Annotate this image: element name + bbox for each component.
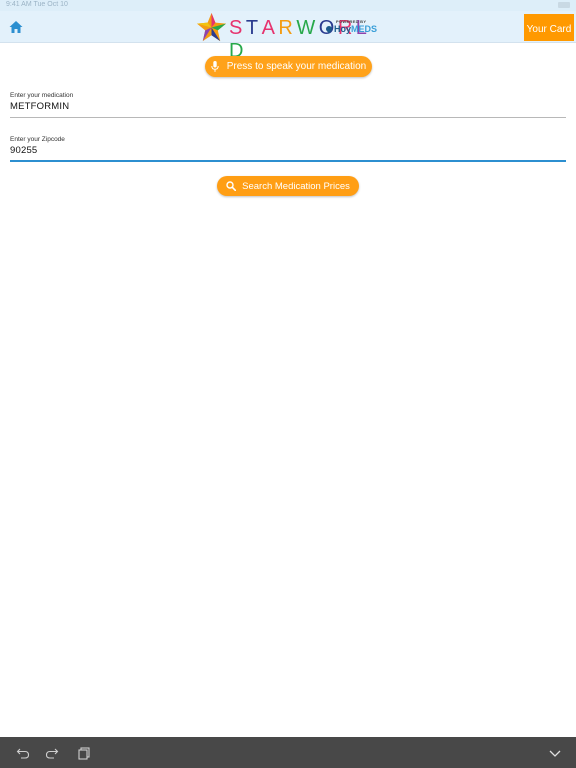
brand-a: Hoy [334, 24, 352, 34]
copy-icon[interactable] [77, 746, 91, 760]
logo-letter: S [229, 17, 246, 39]
medication-field[interactable]: Enter your medication METFORMIN [10, 92, 566, 120]
microphone-icon [211, 61, 219, 72]
undo-icon[interactable] [16, 746, 30, 760]
home-icon[interactable] [8, 19, 24, 35]
speak-button-label: Press to speak your medication [226, 61, 367, 72]
your-card-button[interactable]: Your Card [524, 14, 574, 41]
medication-input[interactable]: METFORMIN [10, 101, 566, 112]
drop-icon [324, 24, 334, 34]
redo-icon[interactable] [45, 746, 59, 760]
logo-letter: W [296, 17, 319, 39]
zipcode-underline [10, 160, 566, 162]
status-time: 9:41 AM Tue Oct 10 [6, 1, 68, 8]
star-logo-icon [196, 12, 227, 42]
zipcode-field[interactable]: Enter your Zipcode 90255 [10, 136, 566, 164]
logo-letter: T [245, 17, 262, 39]
zipcode-input[interactable]: 90255 [10, 145, 566, 156]
search-button-label: Search Medication Prices [242, 180, 350, 192]
search-icon [226, 181, 237, 191]
app-header: STARWORLD POWERED BY HoyMEDS Your Card [0, 11, 576, 62]
status-bar: 9:41 AM Tue Oct 10 [0, 0, 576, 11]
speak-medication-button[interactable]: Press to speak your medication [205, 56, 372, 77]
chevron-down-icon[interactable] [548, 746, 562, 760]
brand-b: MEDS [351, 24, 378, 34]
hoymeds-logo: HoyMEDS [324, 24, 378, 34]
medication-label: Enter your medication [10, 92, 74, 99]
search-medication-prices-button[interactable]: Search Medication Prices [217, 176, 359, 196]
keyboard-toolbar [0, 737, 576, 768]
logo-letter: A [261, 17, 279, 39]
starworld-logo: STARWORLD POWERED BY HoyMEDS [196, 12, 382, 62]
battery-icon [558, 2, 570, 8]
medication-underline [10, 117, 566, 118]
zipcode-label: Enter your Zipcode [10, 136, 65, 143]
logo-letter: R [278, 17, 297, 39]
